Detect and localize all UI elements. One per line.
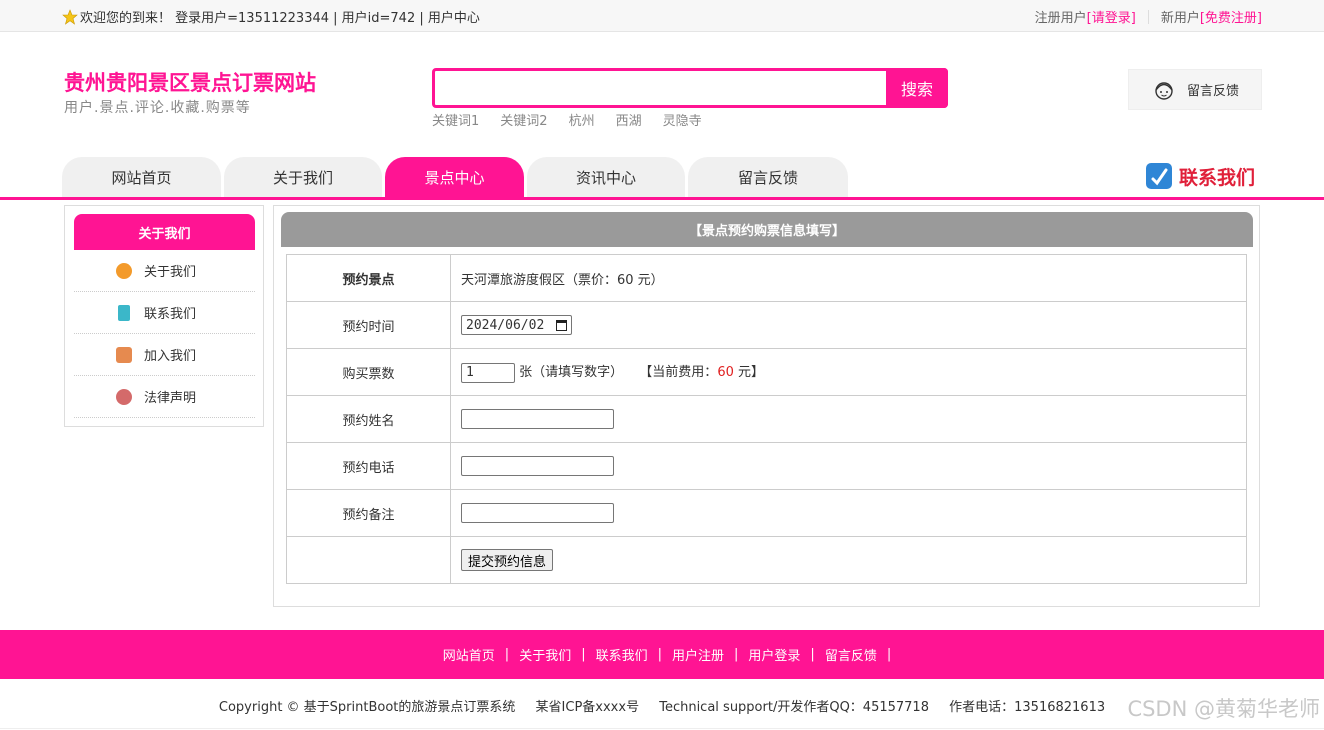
search-button[interactable]: 搜索 <box>886 68 948 108</box>
top-bar: 欢迎您的到来！ 登录用户=13511223344 | 用户id=742 | 用户… <box>0 0 1324 32</box>
footer-divider <box>0 728 1324 729</box>
watermark: CSDN @黄菊华老师 <box>1127 697 1320 721</box>
table-row: 预约时间 2024/06/02 <box>286 301 1247 349</box>
fee-prefix: 【当前费用： <box>639 365 718 381</box>
tab-feedback[interactable]: 留言反馈 <box>688 157 848 197</box>
date-input[interactable]: 2024/06/02 <box>461 315 572 335</box>
footer-nav: 网站首页 | 关于我们 | 联系我们 | 用户注册 | 用户登录 | 留言反馈 | <box>0 630 1324 679</box>
tab-about[interactable]: 关于我们 <box>224 157 382 197</box>
free-register-link[interactable]: [免费注册] <box>1200 7 1262 26</box>
date-value: 2024/06/02 <box>466 317 545 333</box>
star-icon <box>62 8 78 25</box>
phone-icon <box>1146 163 1172 189</box>
keyword-link[interactable]: 杭州 <box>569 110 595 129</box>
booking-form: 预约景点 天河潭旅游度假区（票价：60 元） 预约时间 2024/06/02 购… <box>286 254 1247 584</box>
spot-label: 预约景点 <box>286 254 451 302</box>
keyword-link[interactable]: 关键词1 <box>432 110 479 129</box>
contact-us-link[interactable]: 联系我们 <box>1145 162 1255 190</box>
keyword-link[interactable]: 灵隐寺 <box>663 110 702 129</box>
footer-copyright: Copyright © 基于SprintBoot的旅游景点订票系统 某省ICP备… <box>0 696 1324 715</box>
fee-value: 60 <box>717 365 734 381</box>
tab-home[interactable]: 网站首页 <box>62 157 221 197</box>
count-unit: 张（请填写数字） <box>519 365 624 381</box>
contact-us-label: 联系我们 <box>1179 166 1256 189</box>
clipboard-icon <box>118 304 130 321</box>
phone-input[interactable] <box>461 456 614 476</box>
sidebar-item-join[interactable]: 加入我们 <box>74 334 255 376</box>
sidebar: 关于我们 关于我们 联系我们 加入我们 法律声明 <box>64 205 264 427</box>
booking-panel: 【景点预约购票信息填写】 预约景点 天河潭旅游度假区（票价：60 元） 预约时间… <box>273 205 1260 607</box>
site-subtitle: 用户.景点.评论.收藏.购票等 <box>64 100 251 116</box>
welcome-text: 欢迎您的到来！ 登录用户=13511223344 | 用户id=742 | 用户… <box>80 11 480 26</box>
keyword-link[interactable]: 西湖 <box>616 110 642 129</box>
account-links: 注册用户 [请登录] 新用户 [免费注册] <box>1035 7 1262 26</box>
calendar-icon[interactable] <box>556 319 567 331</box>
site-title[interactable]: 贵州贵阳景区景点订票网站 <box>64 67 316 97</box>
hot-keywords: 关键词1 关键词2 杭州 西湖 灵隐寺 <box>432 110 723 129</box>
welcome-area: 欢迎您的到来！ 登录用户=13511223344 | 用户id=742 | 用户… <box>62 7 480 26</box>
divider <box>1147 9 1149 24</box>
table-row: 预约姓名 <box>286 395 1247 443</box>
sidebar-item-about[interactable]: 关于我们 <box>74 250 255 292</box>
register-user-label: 注册用户 <box>1034 11 1087 26</box>
support-text: Technical support/开发作者QQ：45157718 <box>659 700 929 715</box>
keyword-link[interactable]: 关键词2 <box>500 110 547 129</box>
spot-value: 天河潭旅游度假区（票价：60 元） <box>450 254 1247 302</box>
copyright-text: Copyright © 基于SprintBoot的旅游景点订票系统 <box>218 700 516 715</box>
sidebar-item-label: 联系我们 <box>144 307 197 322</box>
sidebar-item-legal[interactable]: 法律声明 <box>74 376 255 418</box>
search-box: 搜索 <box>432 68 948 108</box>
login-link[interactable]: [请登录] <box>1087 7 1136 26</box>
nav-underline <box>0 197 1324 200</box>
power-icon <box>116 388 132 405</box>
empty-cell <box>286 536 451 584</box>
table-row: 预约景点 天河潭旅游度假区（票价：60 元） <box>286 254 1247 302</box>
icp-text: 某省ICP备xxxx号 <box>535 700 640 715</box>
customer-service-icon <box>1155 81 1173 100</box>
feedback-button[interactable]: 留言反馈 <box>1128 69 1262 110</box>
name-label: 预约姓名 <box>286 395 451 443</box>
lock-icon <box>116 346 132 363</box>
sidebar-title: 关于我们 <box>74 214 255 250</box>
footer-link-contact[interactable]: 联系我们 <box>596 645 648 664</box>
footer-link-register[interactable]: 用户注册 <box>672 645 724 664</box>
footer-link-login[interactable]: 用户登录 <box>748 645 800 664</box>
phone-text: 作者电话：13516821613 <box>949 700 1106 715</box>
footer-link-home[interactable]: 网站首页 <box>443 645 495 664</box>
feedback-label: 留言反馈 <box>1187 84 1240 99</box>
new-user-label: 新用户 <box>1160 11 1200 26</box>
ticket-count-input[interactable]: 1 <box>461 362 515 383</box>
note-input[interactable] <box>461 503 614 523</box>
name-input[interactable] <box>461 409 614 429</box>
table-row: 购买票数 1 张（请填写数字） 【当前费用：60 元】 <box>286 348 1247 396</box>
table-row: 提交预约信息 <box>286 536 1247 584</box>
table-row: 预约电话 <box>286 442 1247 490</box>
footer-link-about[interactable]: 关于我们 <box>519 645 571 664</box>
tab-news[interactable]: 资讯中心 <box>527 157 685 197</box>
orange-circle-icon <box>116 262 132 279</box>
fee-suffix: 元】 <box>733 365 764 381</box>
booking-panel-title: 【景点预约购票信息填写】 <box>281 212 1253 247</box>
table-row: 预约备注 <box>286 489 1247 537</box>
submit-booking-button[interactable]: 提交预约信息 <box>461 549 554 571</box>
footer-link-feedback[interactable]: 留言反馈 <box>825 645 877 664</box>
main-nav: 网站首页 关于我们 景点中心 资讯中心 留言反馈 <box>62 157 851 197</box>
search-input[interactable] <box>435 71 887 105</box>
sidebar-item-label: 关于我们 <box>144 265 197 280</box>
sidebar-item-contact[interactable]: 联系我们 <box>74 292 255 334</box>
tab-attractions[interactable]: 景点中心 <box>385 157 524 197</box>
note-label: 预约备注 <box>286 489 451 537</box>
phone-label: 预约电话 <box>286 442 451 490</box>
count-label: 购买票数 <box>286 348 451 396</box>
time-label: 预约时间 <box>286 301 451 349</box>
sidebar-item-label: 加入我们 <box>144 349 197 364</box>
sidebar-item-label: 法律声明 <box>144 391 197 406</box>
